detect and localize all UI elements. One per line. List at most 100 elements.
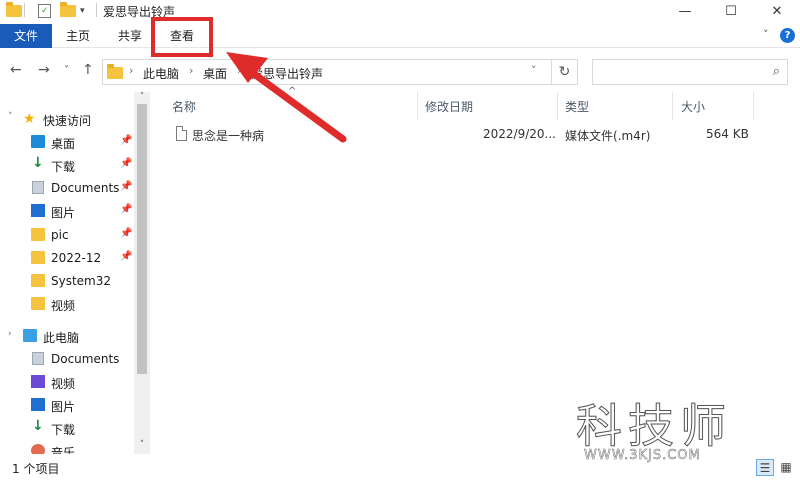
star-icon: ★ — [23, 111, 36, 127]
sidebar-item-this-pc[interactable]: › 此电脑 — [0, 325, 134, 347]
watermark-url: WWW.3KJS.COM — [584, 448, 701, 464]
column-header-type[interactable]: 类型 — [565, 98, 589, 115]
desktop-icon — [31, 135, 45, 148]
sidebar-item-label: 下载 — [51, 423, 76, 437]
music-icon — [31, 444, 45, 454]
annotation-highlight-box — [151, 17, 213, 57]
column-header-size[interactable]: 大小 — [681, 98, 705, 115]
sidebar-item-label: 图片 — [51, 400, 76, 414]
sidebar-item-documents[interactable]: Documents 📌 — [0, 177, 134, 199]
sidebar-item-pc-pictures[interactable]: 图片 — [0, 394, 134, 416]
sidebar-item-pc-music[interactable]: 音乐 — [0, 440, 134, 454]
ribbon-tabs: 文件 主页 共享 查看 ˅ ? — [0, 24, 800, 48]
tab-file[interactable]: 文件 — [0, 24, 52, 48]
back-button[interactable]: ← — [10, 62, 22, 78]
search-input[interactable]: ⌕ — [592, 59, 788, 85]
folder-icon — [31, 274, 45, 287]
column-divider[interactable] — [557, 92, 558, 120]
breadcrumb-current-folder[interactable]: 爱思导出铃声 — [251, 65, 323, 82]
sidebar-item-label: 2022-12 — [51, 251, 102, 265]
collapse-icon[interactable]: ˅ — [8, 112, 13, 122]
address-dropdown-icon[interactable]: ˅ — [531, 64, 537, 77]
breadcrumb-desktop[interactable]: 桌面 — [203, 65, 227, 82]
pictures-icon — [31, 398, 45, 411]
folder-icon — [31, 297, 45, 310]
sidebar-item-label: 快速访问 — [43, 114, 92, 128]
sidebar-item-label: 视频 — [51, 377, 76, 391]
address-bar[interactable]: › 此电脑 › 桌面 › 爱思导出铃声 ˅ — [102, 59, 552, 85]
sidebar-item-label: Documents — [51, 181, 120, 195]
sidebar-item-system32[interactable]: System32 — [0, 270, 134, 292]
sidebar-scrollbar[interactable]: ˄ ˅ — [134, 92, 150, 454]
pin-icon: 📌 — [120, 251, 133, 262]
documents-icon — [32, 181, 44, 194]
sidebar-item-pc-videos[interactable]: 视频 — [0, 371, 134, 393]
download-icon: ↓ — [32, 155, 44, 171]
ribbon-expand-icon[interactable]: ˅ — [763, 28, 769, 41]
title-bar: ✓ ▾ 爱思导出铃声 — ☐ ✕ — [0, 0, 800, 22]
divider — [24, 3, 25, 17]
folder-icon — [31, 251, 45, 264]
help-icon[interactable]: ? — [780, 28, 795, 43]
minimize-button[interactable]: — — [662, 0, 708, 22]
customize-toolbar-icon[interactable]: ▾ — [80, 3, 85, 19]
expand-icon[interactable]: › — [8, 329, 12, 339]
tab-share[interactable]: 共享 — [112, 24, 148, 48]
search-icon: ⌕ — [772, 64, 780, 79]
sidebar-item-pic[interactable]: pic 📌 — [0, 224, 134, 246]
column-divider[interactable] — [417, 92, 418, 120]
divider — [96, 3, 97, 17]
column-divider[interactable] — [672, 92, 673, 120]
sidebar-item-quick-access[interactable]: ˅ ★ 快速访问 — [0, 108, 134, 130]
sidebar-item-label: 此电脑 — [43, 331, 80, 345]
up-button[interactable]: ↑ — [82, 62, 94, 78]
properties-icon[interactable]: ✓ — [38, 3, 51, 19]
navigation-pane: ˅ ★ 快速访问 桌面 📌 ↓ 下载 📌 Documents 📌 图片 📌 pi… — [0, 92, 150, 454]
breadcrumb-separator[interactable]: › — [237, 64, 241, 77]
tab-home[interactable]: 主页 — [60, 24, 96, 48]
sidebar-item-label: pic — [51, 228, 69, 242]
sidebar-item-label: 视频 — [51, 299, 76, 313]
videos-icon — [31, 375, 45, 388]
breadcrumb-this-pc[interactable]: 此电脑 — [143, 65, 179, 82]
column-header-date[interactable]: 修改日期 — [425, 98, 473, 115]
column-divider[interactable] — [753, 92, 754, 120]
scroll-down-button[interactable]: ˅ — [134, 440, 150, 450]
scrollbar-thumb[interactable] — [137, 104, 147, 374]
sidebar-item-pc-documents[interactable]: Documents — [0, 348, 134, 370]
file-name: 思念是一种病 — [192, 129, 265, 143]
sort-indicator-icon: ^ — [288, 86, 297, 97]
download-icon: ↓ — [32, 418, 44, 434]
new-folder-icon[interactable] — [60, 2, 76, 19]
sidebar-item-label: 下载 — [51, 160, 76, 174]
sidebar-item-downloads[interactable]: ↓ 下载 📌 — [0, 154, 134, 176]
details-view-button[interactable]: ☰ — [756, 459, 774, 476]
sidebar-item-videos-folder[interactable]: 视频 — [0, 293, 134, 315]
documents-icon — [32, 352, 44, 365]
file-date: 2022/9/20... — [483, 127, 556, 141]
table-row[interactable]: 思念是一种病 2022/9/20... 媒体文件(.m4r) 564 KB — [170, 124, 770, 146]
folder-icon — [31, 228, 45, 241]
sidebar-item-desktop[interactable]: 桌面 📌 — [0, 131, 134, 153]
column-header-name[interactable]: 名称 — [172, 98, 196, 115]
forward-button[interactable]: → — [38, 62, 50, 78]
refresh-button[interactable]: ↻ — [552, 59, 578, 85]
navigation-bar: ← → ˅ ↑ › 此电脑 › 桌面 › 爱思导出铃声 ˅ ↻ ⌕ — [0, 52, 800, 90]
sidebar-item-label: 图片 — [51, 206, 76, 220]
sidebar-item-pictures[interactable]: 图片 📌 — [0, 200, 134, 222]
folder-icon — [107, 64, 123, 79]
recent-locations-button[interactable]: ˅ — [64, 65, 69, 76]
sidebar-item-2022-12[interactable]: 2022-12 📌 — [0, 247, 134, 269]
close-button[interactable]: ✕ — [754, 0, 800, 22]
breadcrumb-separator[interactable]: › — [189, 64, 193, 77]
scroll-up-button[interactable]: ˄ — [134, 92, 150, 102]
this-pc-icon — [23, 329, 37, 342]
large-icons-view-button[interactable]: ▦ — [777, 459, 795, 476]
maximize-button[interactable]: ☐ — [708, 0, 754, 22]
breadcrumb-separator[interactable]: › — [129, 64, 133, 77]
sidebar-item-pc-downloads[interactable]: ↓ 下载 — [0, 417, 134, 439]
sidebar-item-label: System32 — [51, 274, 112, 288]
file-icon — [176, 126, 187, 141]
folder-icon — [6, 2, 22, 19]
pin-icon: 📌 — [120, 181, 133, 192]
